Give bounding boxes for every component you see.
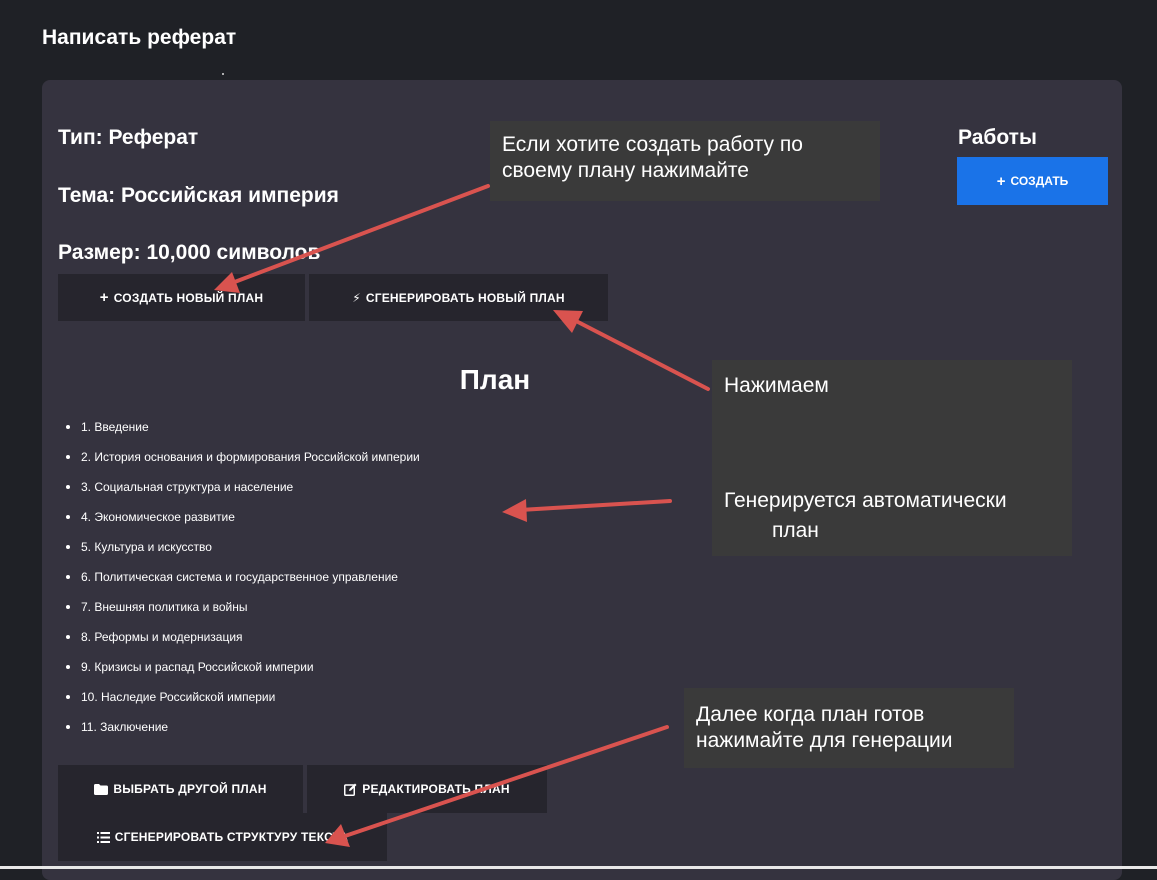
essay-topic: Тема: Российская империя: [58, 184, 339, 207]
folder-icon: [94, 783, 109, 795]
plan-item: 1. Введение: [66, 419, 420, 449]
essay-size: Размер: 10,000 символов: [58, 241, 321, 264]
plan-item: 9. Кризисы и распад Российской империи: [66, 659, 420, 689]
callout-auto-text-2: план: [772, 519, 819, 542]
page-title: Написать реферат: [42, 26, 237, 49]
generate-structure-button[interactable]: СГЕНЕРИРОВАТЬ СТРУКТУРУ ТЕКСТА: [58, 813, 387, 861]
plus-icon: +: [996, 172, 1006, 190]
callout-own-plan-text: Если хотите создать работу по своему пла…: [502, 133, 803, 182]
plan-item: 4. Экономическое развитие: [66, 509, 420, 539]
create-new-plan-label: СОЗДАТЬ НОВЫЙ ПЛАН: [113, 290, 264, 305]
works-title: Работы: [958, 126, 1037, 149]
callout-next-text: Далее когда план готов нажимайте для ген…: [696, 703, 953, 752]
callout-generate: Нажимаем Генерируется автоматически план: [712, 360, 1072, 556]
plan-item: 2. История основания и формирования Росс…: [66, 449, 420, 479]
plan-item: 5. Культура и искусство: [66, 539, 420, 569]
plan-item: 8. Реформы и модернизация: [66, 629, 420, 659]
plan-item: 3. Социальная структура и население: [66, 479, 420, 509]
edit-plan-label: РЕДАКТИРОВАТЬ ПЛАН: [362, 782, 510, 796]
plan-item: 11. Заключение: [66, 719, 420, 749]
callout-press-text: Нажимаем: [724, 374, 829, 397]
plus-icon: +: [99, 289, 109, 306]
essay-type: Тип: Реферат: [58, 126, 199, 149]
choose-other-plan-label: ВЫБРАТЬ ДРУГОЙ ПЛАН: [113, 782, 267, 796]
dot-mark: [222, 73, 224, 75]
generate-new-plan-label: СГЕНЕРИРОВАТЬ НОВЫЙ ПЛАН: [365, 290, 565, 305]
edit-icon: [344, 783, 357, 796]
callout-own-plan: Если хотите создать работу по своему пла…: [490, 121, 880, 201]
plan-list: 1. Введение 2. История основания и форми…: [66, 419, 420, 749]
callout-auto-text: Генерируется автоматически: [724, 489, 1007, 512]
create-new-plan-button[interactable]: + СОЗДАТЬ НОВЫЙ ПЛАН: [58, 274, 305, 321]
choose-other-plan-button[interactable]: ВЫБРАТЬ ДРУГОЙ ПЛАН: [58, 765, 303, 813]
plan-item: 7. Внешняя политика и войны: [66, 599, 420, 629]
lightning-icon: ⚡: [352, 290, 361, 305]
plan-item: 10. Наследие Российской империи: [66, 689, 420, 719]
callout-next: Далее когда план готов нажимайте для ген…: [684, 688, 1014, 768]
list-icon: [96, 831, 110, 843]
create-work-button[interactable]: + СОЗДАТЬ: [957, 157, 1108, 205]
plan-item: 6. Политическая система и государственно…: [66, 569, 420, 599]
edit-plan-button[interactable]: РЕДАКТИРОВАТЬ ПЛАН: [307, 765, 547, 813]
create-work-label: СОЗДАТЬ: [1010, 174, 1069, 188]
generate-new-plan-button[interactable]: ⚡ СГЕНЕРИРОВАТЬ НОВЫЙ ПЛАН: [309, 274, 608, 321]
generate-structure-label: СГЕНЕРИРОВАТЬ СТРУКТУРУ ТЕКСТА: [114, 830, 349, 844]
